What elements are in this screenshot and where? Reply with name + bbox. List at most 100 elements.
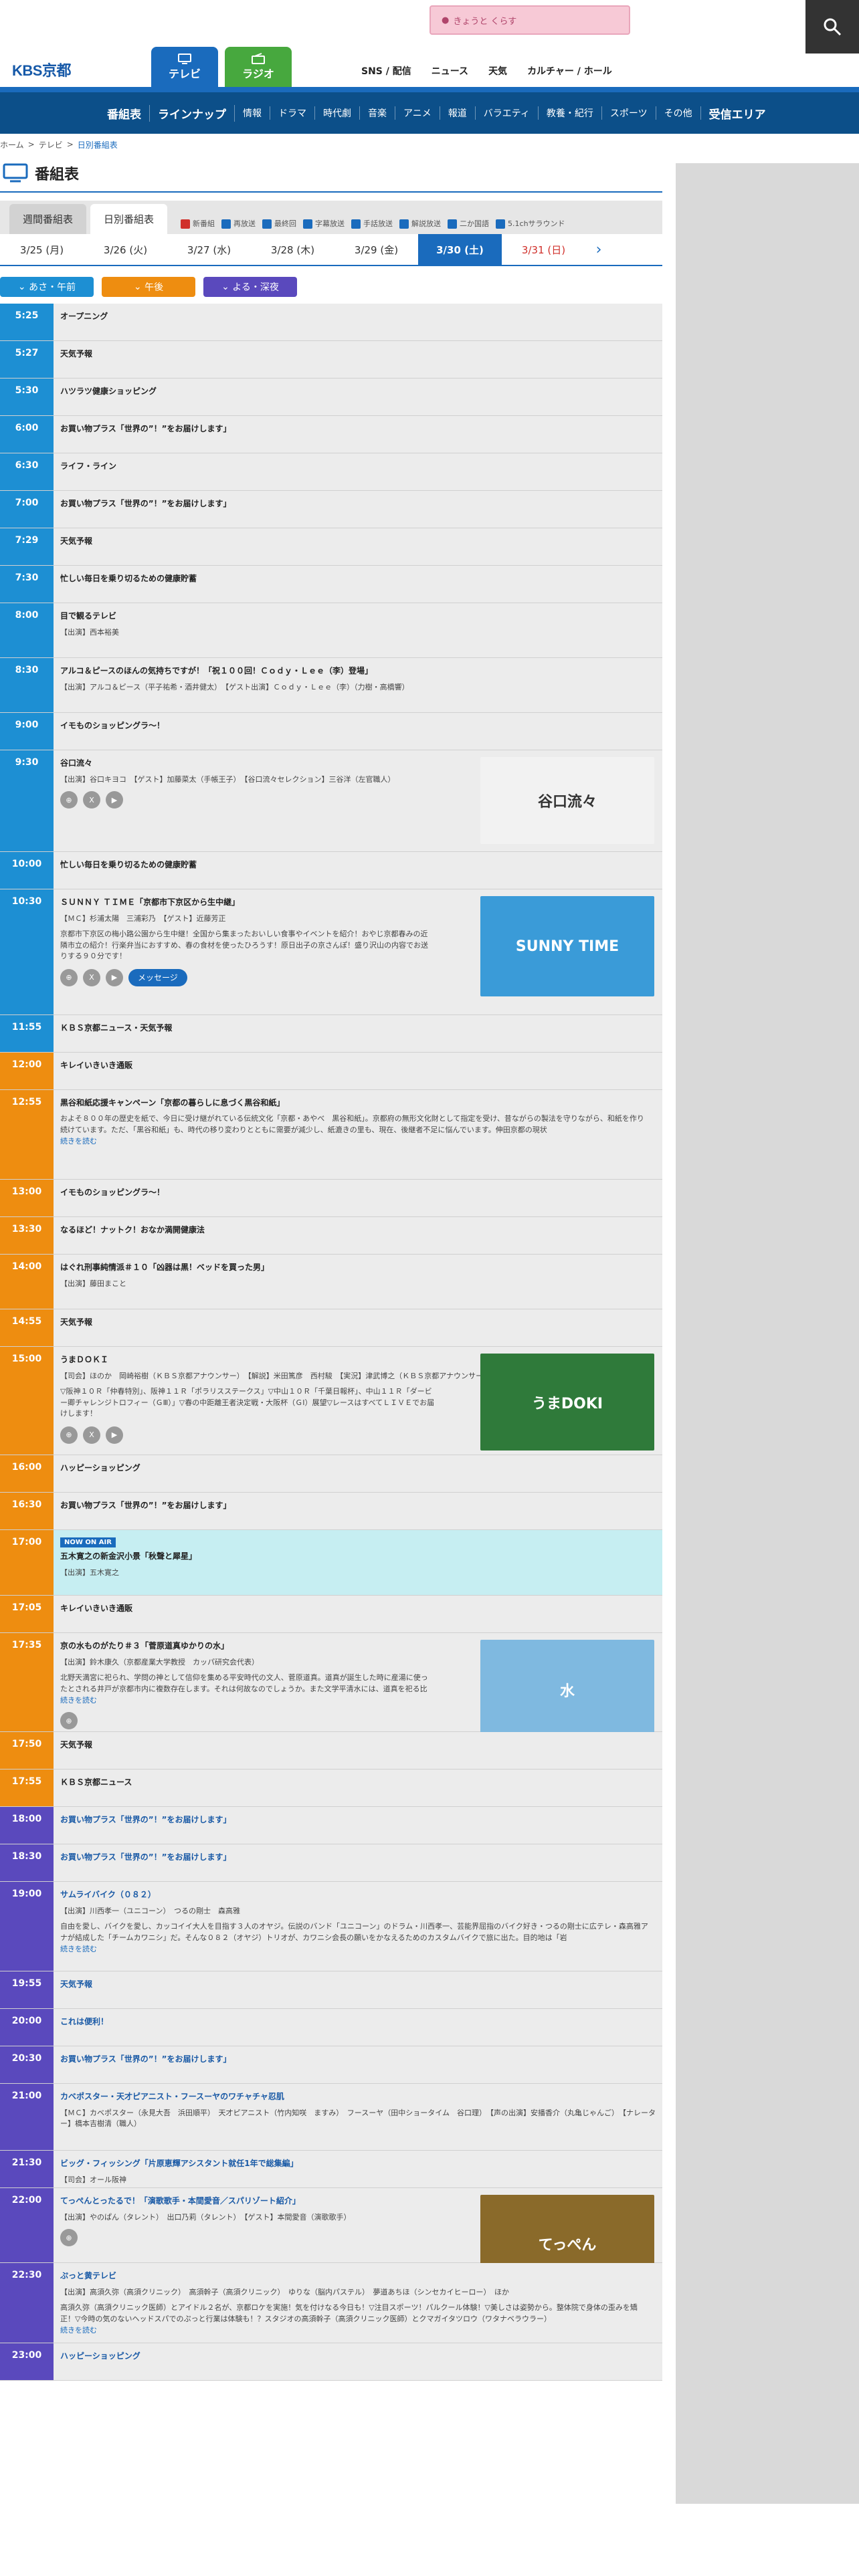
date-tab[interactable]: 3/27 (水): [167, 234, 251, 265]
message-button[interactable]: メッセージ: [128, 968, 187, 986]
date-tab[interactable]: 3/25 (月): [0, 234, 84, 265]
program-time: 22:00: [0, 2188, 54, 2262]
web-icon[interactable]: ⊕: [60, 968, 78, 986]
menu-lineup[interactable]: ラインナップ: [150, 104, 235, 122]
menu-news[interactable]: 報道: [440, 106, 476, 120]
youtube-icon[interactable]: ▶: [106, 1426, 123, 1444]
read-more-link[interactable]: 続きを読む: [60, 1943, 656, 1954]
program-title[interactable]: お買い物プラス「世界の”！”をお届けします」: [60, 2053, 656, 2064]
site-logo[interactable]: KBS京都: [12, 59, 71, 80]
menu-area[interactable]: 受信エリア: [701, 105, 774, 122]
program-title[interactable]: 天気予報: [60, 1316, 656, 1327]
web-icon[interactable]: ⊕: [60, 2229, 78, 2246]
menu-drama[interactable]: ドラマ: [270, 106, 315, 120]
thumbnail-logo: うまDOKI: [531, 1395, 603, 1412]
read-more-link[interactable]: 続きを読む: [60, 2325, 656, 2335]
menu-culture[interactable]: 教養・紀行: [539, 106, 602, 120]
filter-evening[interactable]: ⌄ よる・深夜: [203, 277, 297, 297]
tab-tv[interactable]: テレビ: [151, 47, 218, 87]
program-title[interactable]: これは便利！: [60, 2016, 656, 2027]
program-title[interactable]: サムライバイク（０８２）: [60, 1889, 656, 1900]
date-tab[interactable]: 3/29 (金): [335, 234, 418, 265]
program-title[interactable]: 天気予報: [60, 348, 656, 359]
program-title[interactable]: 忙しい毎日を乗り切るための健康貯蓄: [60, 572, 656, 584]
nav-sns[interactable]: SNS / 配信: [361, 64, 411, 78]
breadcrumb-tv[interactable]: テレビ: [39, 139, 63, 150]
youtube-icon[interactable]: ▶: [106, 968, 123, 986]
program-title[interactable]: お買い物プラス「世界の”！”をお届けします」: [60, 498, 656, 509]
program-title[interactable]: 忙しい毎日を乗り切るための健康貯蓄: [60, 859, 656, 870]
program-thumbnail[interactable]: 谷口流々: [480, 757, 654, 844]
web-icon[interactable]: ⊕: [60, 791, 78, 809]
menu-variety[interactable]: バラエティ: [476, 106, 539, 120]
menu-anime[interactable]: アニメ: [395, 106, 440, 120]
youtube-icon[interactable]: ▶: [106, 791, 123, 809]
menu-info[interactable]: 情報: [235, 106, 270, 120]
program-title[interactable]: オープニング: [60, 310, 656, 322]
program-body: これは便利！: [54, 2009, 662, 2046]
date-tab[interactable]: 3/28 (木): [251, 234, 335, 265]
program-title[interactable]: 目で観るテレビ: [60, 610, 656, 621]
read-more-link[interactable]: 続きを読む: [60, 1136, 656, 1146]
program-title[interactable]: イモものショッピングラ～！: [60, 720, 656, 731]
menu-jidaigeki[interactable]: 時代劇: [315, 106, 360, 120]
date-tab[interactable]: 3/26 (火): [84, 234, 167, 265]
menu-music[interactable]: 音楽: [360, 106, 395, 120]
program-title[interactable]: お買い物プラス「世界の”！”をお届けします」: [60, 1499, 656, 1511]
x-icon[interactable]: X: [83, 791, 100, 809]
promo-banner[interactable]: ● きょうと くらす: [430, 5, 630, 35]
program-title[interactable]: キレイいきいき通販: [60, 1059, 656, 1071]
nav-weather[interactable]: 天気: [488, 64, 507, 78]
sidebar-ad: [676, 163, 859, 2504]
program-title[interactable]: お買い物プラス「世界の”！”をお届けします」: [60, 423, 656, 434]
program-title[interactable]: はぐれ刑事純情派＃１０「凶器は黒！ベッドを買った男」: [60, 1261, 656, 1273]
program-title[interactable]: 天気予報: [60, 1739, 656, 1750]
nav-news[interactable]: ニュース: [432, 64, 468, 78]
program-title[interactable]: 天気予報: [60, 1978, 656, 1990]
program-title[interactable]: イモものショッピングラ～！: [60, 1186, 656, 1198]
menu-schedule[interactable]: 番組表: [99, 104, 150, 122]
program-row: 19:55 天気予報: [0, 1971, 662, 2009]
web-icon[interactable]: ⊕: [60, 1712, 78, 1729]
program-title[interactable]: ＫＢＳ京都ニュース: [60, 1776, 656, 1788]
program-title[interactable]: カベポスター・天才ピアニスト・フースーヤのワチャチャ忍肌: [60, 2090, 656, 2102]
breadcrumb-home[interactable]: ホーム: [0, 139, 24, 150]
filter-morning[interactable]: ⌄ あさ・午前: [0, 277, 94, 297]
thumbnail-logo: 谷口流々: [537, 794, 597, 811]
search-button[interactable]: [805, 0, 859, 53]
x-icon[interactable]: X: [83, 968, 100, 986]
program-title[interactable]: ぷっと黄テレビ: [60, 2270, 656, 2281]
tab-daily[interactable]: 日別番組表: [90, 204, 168, 234]
web-icon[interactable]: ⊕: [60, 1426, 78, 1444]
program-time: 19:55: [0, 1971, 54, 2008]
tab-radio[interactable]: ラジオ: [225, 47, 292, 87]
filter-afternoon[interactable]: ⌄ 午後: [102, 277, 195, 297]
program-thumbnail[interactable]: 水: [480, 1640, 654, 1740]
program-title[interactable]: ＫＢＳ京都ニュース・天気予報: [60, 1022, 656, 1033]
menu-other[interactable]: その他: [656, 106, 701, 120]
tab-weekly[interactable]: 週間番組表: [9, 204, 87, 234]
date-tab[interactable]: 3/31 (日): [502, 234, 585, 265]
program-title[interactable]: お買い物プラス「世界の”！”をお届けします」: [60, 1851, 656, 1862]
program-title[interactable]: なるほど！ナットク！おなか満開健康法: [60, 1224, 656, 1235]
nav-culture[interactable]: カルチャー / ホール: [527, 64, 612, 78]
menu-sports[interactable]: スポーツ: [602, 106, 656, 120]
next-week-arrow-icon[interactable]: ›: [585, 234, 612, 265]
program-thumbnail[interactable]: SUNNY TIME: [480, 896, 654, 996]
program-title[interactable]: アルコ＆ピースのほんの気持ちですが！「祝１００回！Ｃｏｄｙ・Ｌｅｅ（李）登場」: [60, 665, 656, 676]
program-title[interactable]: 黒谷和紙応援キャンペーン「京都の暮らしに息づく黒谷和紙」: [60, 1097, 656, 1108]
program-title[interactable]: ビッグ・フィッシング「片原恵輝アシスタント就任1年で総集編」: [60, 2157, 656, 2169]
program-title[interactable]: ハッピーショッピング: [60, 2350, 656, 2361]
program-thumbnail[interactable]: うまDOKI: [480, 1354, 654, 1451]
program-title[interactable]: ハツラツ健康ショッピング: [60, 385, 656, 397]
program-title[interactable]: 天気予報: [60, 535, 656, 546]
program-title[interactable]: キレイいきいき通販: [60, 1602, 656, 1614]
legend-final: 最終回: [262, 218, 296, 229]
x-icon[interactable]: X: [83, 1426, 100, 1444]
program-title[interactable]: ライフ・ライン: [60, 460, 656, 471]
program-title[interactable]: 五木寛之の新金沢小景「秋聲と犀星」: [60, 1550, 656, 1562]
program-title[interactable]: ハッピーショッピング: [60, 1462, 656, 1473]
program-body: 黒谷和紙応援キャンペーン「京都の暮らしに息づく黒谷和紙」 およそ８００年の歴史を紙…: [54, 1090, 662, 1179]
date-tab-selected[interactable]: 3/30 (土): [418, 234, 502, 265]
program-title[interactable]: お買い物プラス「世界の”！”をお届けします」: [60, 1814, 656, 1825]
